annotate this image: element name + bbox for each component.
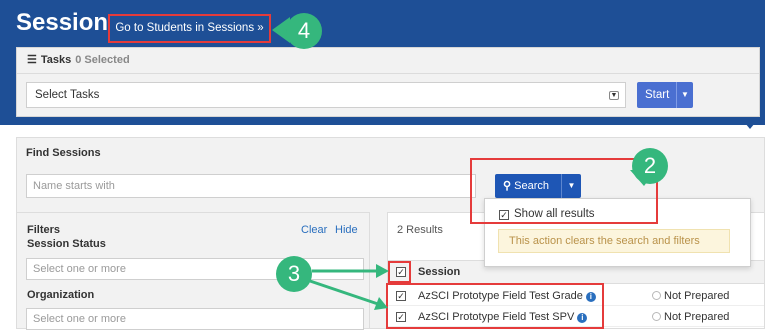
step3-arrowhead-a: [376, 264, 389, 278]
step-2-marker: 2: [632, 148, 668, 184]
step-4-marker: 4: [286, 13, 322, 49]
step-3-marker: 3: [276, 256, 312, 292]
step3-arrow-b: [309, 279, 379, 306]
